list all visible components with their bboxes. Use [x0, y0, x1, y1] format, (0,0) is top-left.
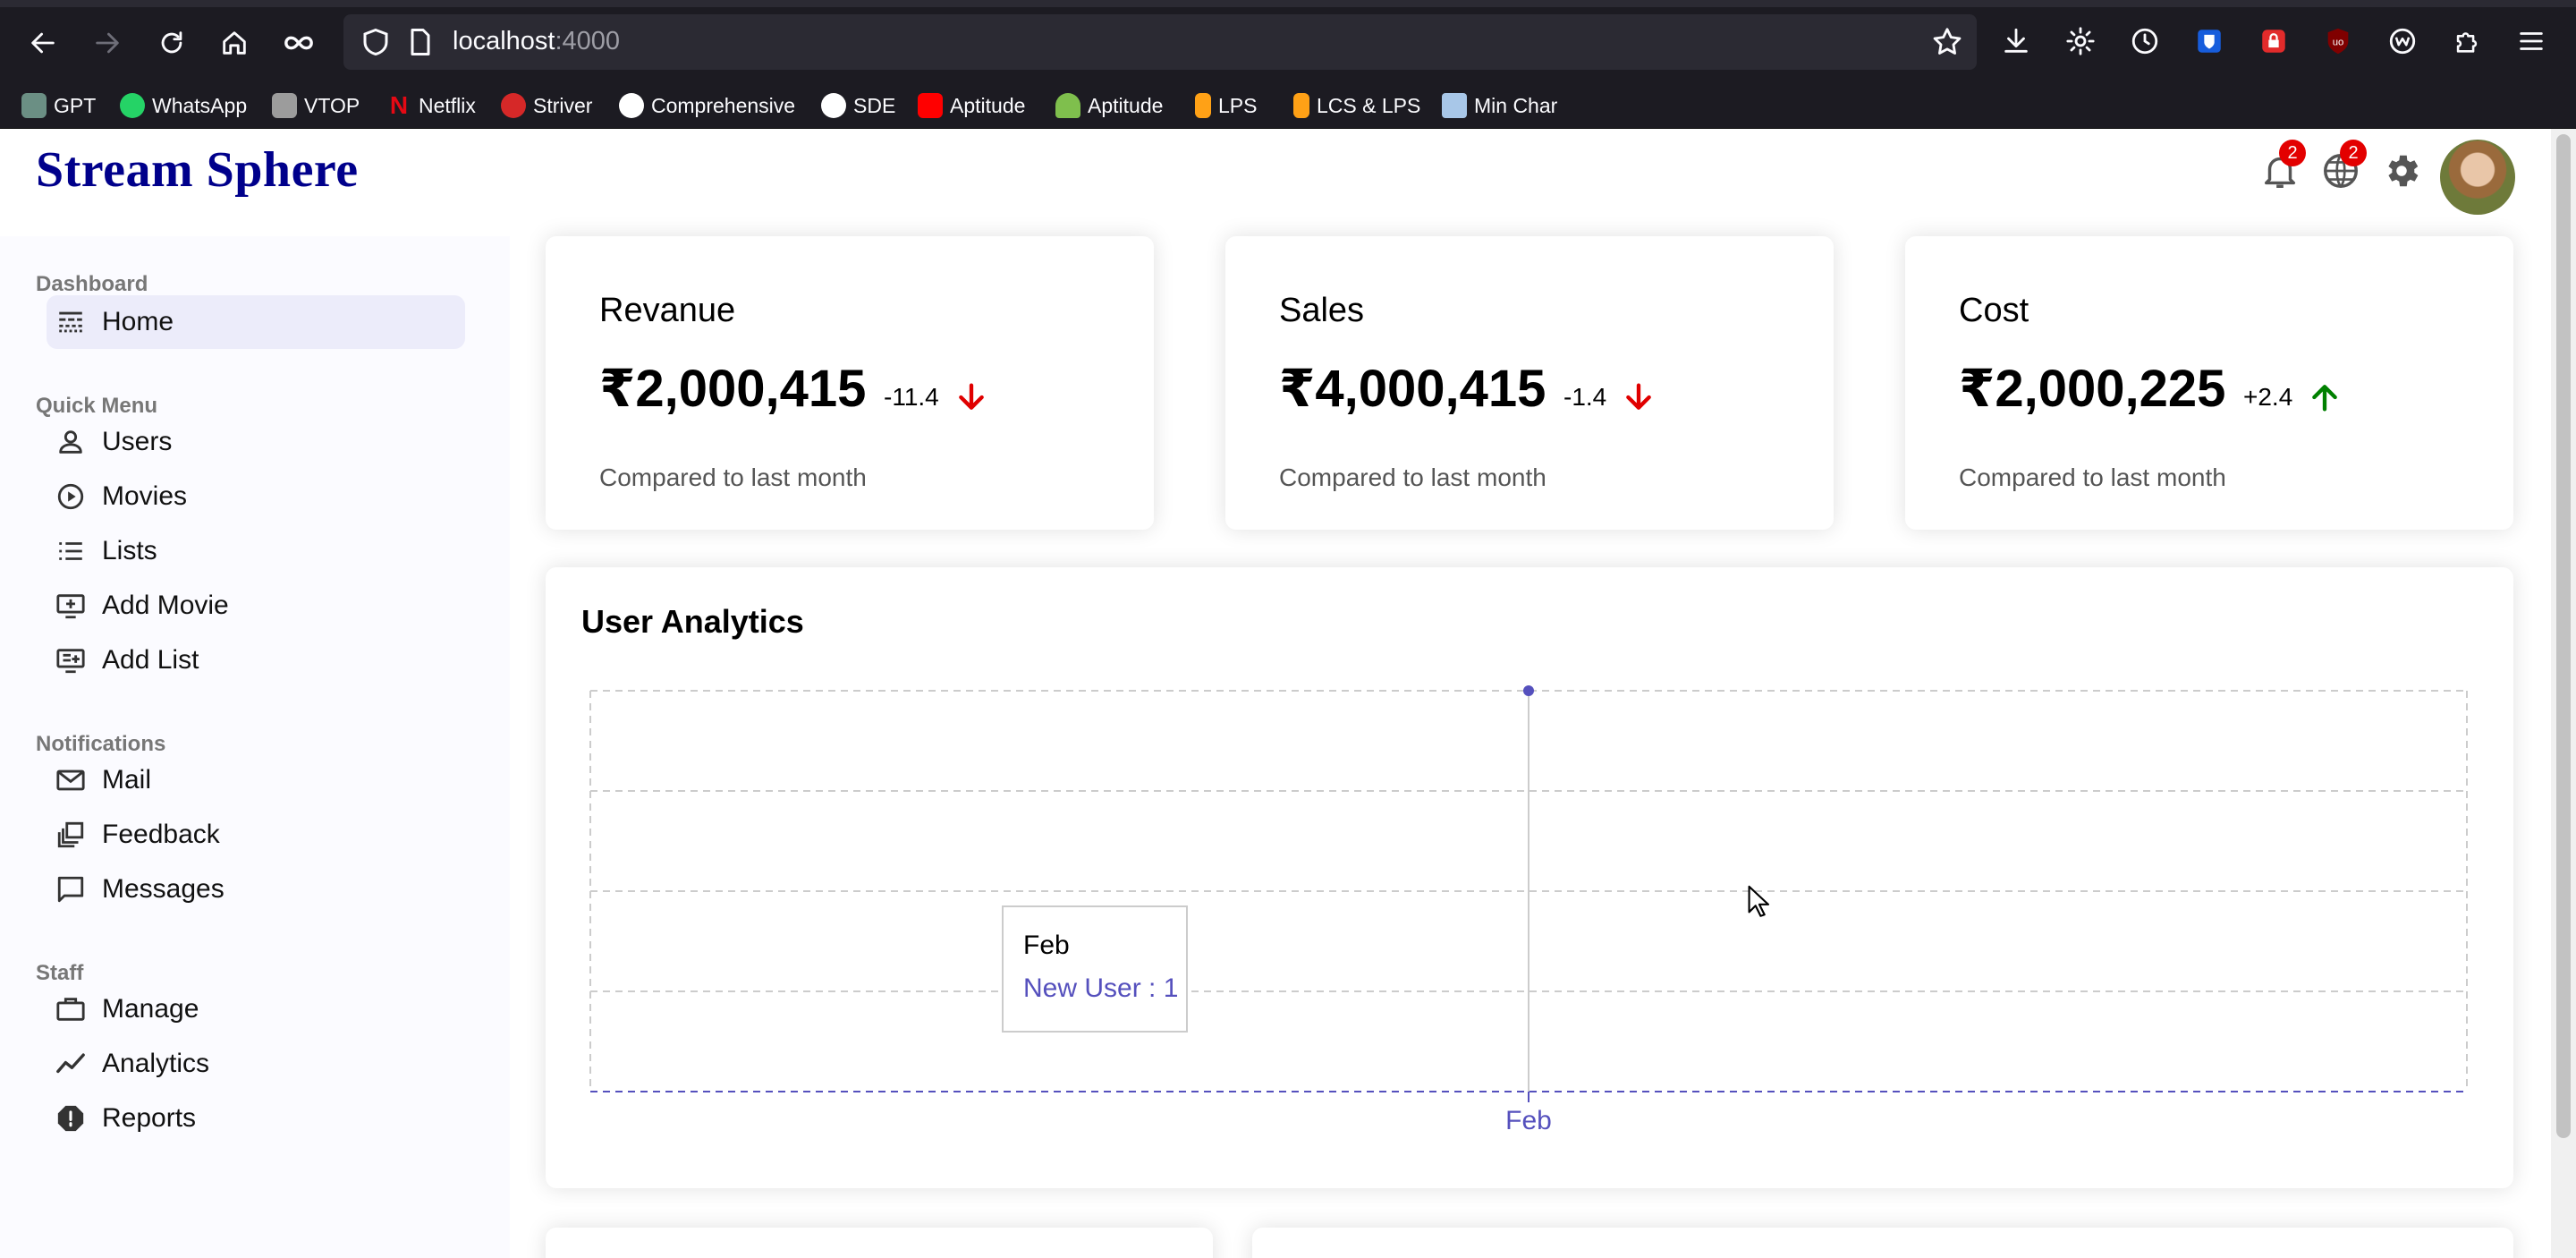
settings-button[interactable]	[2061, 21, 2100, 61]
bookmark-label: Striver	[533, 93, 593, 117]
youtube-icon	[918, 93, 943, 118]
bitwarden-icon	[2198, 30, 2221, 53]
puzzle-icon	[2456, 32, 2478, 53]
bookmark-label: Aptitude	[950, 93, 1026, 117]
bookmark-vtop[interactable]: VTOP	[272, 89, 360, 122]
app-root: Stream Sphere 2 2 Dashboard Home Quick M…	[0, 129, 2576, 1258]
reload-button[interactable]	[148, 20, 195, 66]
extension-w-button[interactable]	[2383, 21, 2422, 61]
home-icon	[223, 31, 246, 55]
forward-arrow-icon	[96, 32, 119, 54]
bookmark-star-icon[interactable]	[1930, 25, 1964, 59]
leetcode-icon	[1195, 93, 1211, 118]
w-circle-icon	[2389, 28, 2416, 55]
url-host: localhost	[453, 27, 555, 55]
leetcode-icon	[1293, 93, 1309, 118]
lock-icon	[2262, 30, 2285, 53]
widget-card-large	[1252, 1228, 2513, 1258]
bookmark-aptitude-youtube[interactable]: Aptitude	[918, 89, 1025, 122]
widget-card-small	[546, 1228, 1213, 1258]
data-point	[1523, 685, 1534, 696]
bookmark-comprehensive[interactable]: Comprehensive	[619, 89, 795, 122]
whatsapp-icon	[120, 93, 145, 118]
browser-tab-strip	[0, 0, 2576, 7]
private-browsing-button[interactable]	[275, 20, 322, 66]
home-button[interactable]	[211, 20, 258, 66]
bookmark-label: Min Char	[1474, 93, 1558, 117]
bookmark-label: LPS	[1218, 93, 1258, 117]
bookmark-label: Aptitude	[1088, 93, 1164, 117]
back-button[interactable]	[20, 20, 66, 66]
hamburger-icon	[2520, 32, 2543, 50]
bookmark-striver[interactable]: Striver	[501, 89, 592, 122]
vtop-icon	[272, 93, 297, 118]
tooltip-label: Feb	[1023, 931, 1070, 960]
bookmark-label: Netflix	[419, 93, 476, 117]
github-icon	[821, 93, 846, 118]
reload-icon	[161, 31, 182, 54]
mouse-cursor-icon	[1748, 885, 1770, 917]
forward-button[interactable]	[84, 20, 131, 66]
github-icon	[619, 93, 644, 118]
tuf-icon	[501, 93, 526, 118]
bookmark-label: LCS & LPS	[1317, 93, 1421, 117]
back-arrow-icon	[31, 32, 55, 54]
bookmark-label: Comprehensive	[651, 93, 796, 117]
page-scrollbar-thumb[interactable]	[2556, 134, 2571, 1138]
user-analytics-chart: Feb	[589, 685, 2468, 1135]
chart-series	[1523, 685, 1534, 1092]
browser-toolbar: localhost:4000 uo	[0, 0, 2576, 82]
menu-button[interactable]	[2512, 21, 2551, 61]
bookmark-label: VTOP	[304, 93, 360, 117]
indiabix-icon	[1055, 93, 1080, 118]
extensions-button[interactable]	[2447, 21, 2487, 61]
tracking-shield-icon[interactable]	[360, 26, 392, 58]
history-button[interactable]	[2125, 21, 2165, 61]
bookmark-whatsapp[interactable]: WhatsApp	[120, 89, 247, 122]
bookmark-label: GPT	[54, 93, 97, 117]
bookmark-sde[interactable]: SDE	[821, 89, 895, 122]
svg-text:uo: uo	[2333, 37, 2344, 47]
address-bar[interactable]: localhost:4000	[343, 14, 1977, 70]
url-text[interactable]: localhost:4000	[453, 27, 620, 56]
mountain-icon	[1442, 93, 1467, 118]
chart-x-axis: Feb	[590, 1091, 2467, 1135]
bookmark-aptitude-indiabix[interactable]: Aptitude	[1055, 89, 1163, 122]
lock-extension-button[interactable]	[2254, 21, 2293, 61]
bookmark-netflix[interactable]: N Netflix	[386, 89, 476, 122]
bookmark-lps[interactable]: LPS	[1195, 89, 1257, 122]
ublock-extension-button[interactable]: uo	[2318, 21, 2358, 61]
infinity-icon	[284, 36, 313, 50]
url-port: :4000	[555, 27, 621, 55]
chatgpt-icon	[21, 93, 47, 118]
gear-icon	[2066, 27, 2095, 55]
chart-tooltip: Feb New User : 1	[1002, 905, 1188, 1033]
tooltip-value: New User : 1	[1023, 973, 1179, 1003]
bookmark-label: WhatsApp	[152, 93, 248, 117]
bookmark-label: SDE	[853, 93, 896, 117]
page-info-icon[interactable]	[404, 26, 436, 58]
bookmark-lcs-lps[interactable]: LCS & LPS	[1293, 89, 1420, 122]
bookmark-gpt[interactable]: GPT	[21, 89, 96, 122]
netflix-icon: N	[386, 93, 411, 118]
bitwarden-extension-button[interactable]	[2190, 21, 2229, 61]
x-tick-label: Feb	[1505, 1106, 1552, 1135]
bookmark-min-char[interactable]: Min Char	[1442, 89, 1557, 122]
clock-icon	[2131, 28, 2158, 55]
download-icon	[2004, 28, 2028, 53]
ublock-shield-icon: uo	[2327, 28, 2349, 55]
downloads-button[interactable]	[1996, 21, 2036, 61]
bookmarks-toolbar: GPT WhatsApp VTOP N Netflix Striver Compr…	[0, 82, 2576, 129]
